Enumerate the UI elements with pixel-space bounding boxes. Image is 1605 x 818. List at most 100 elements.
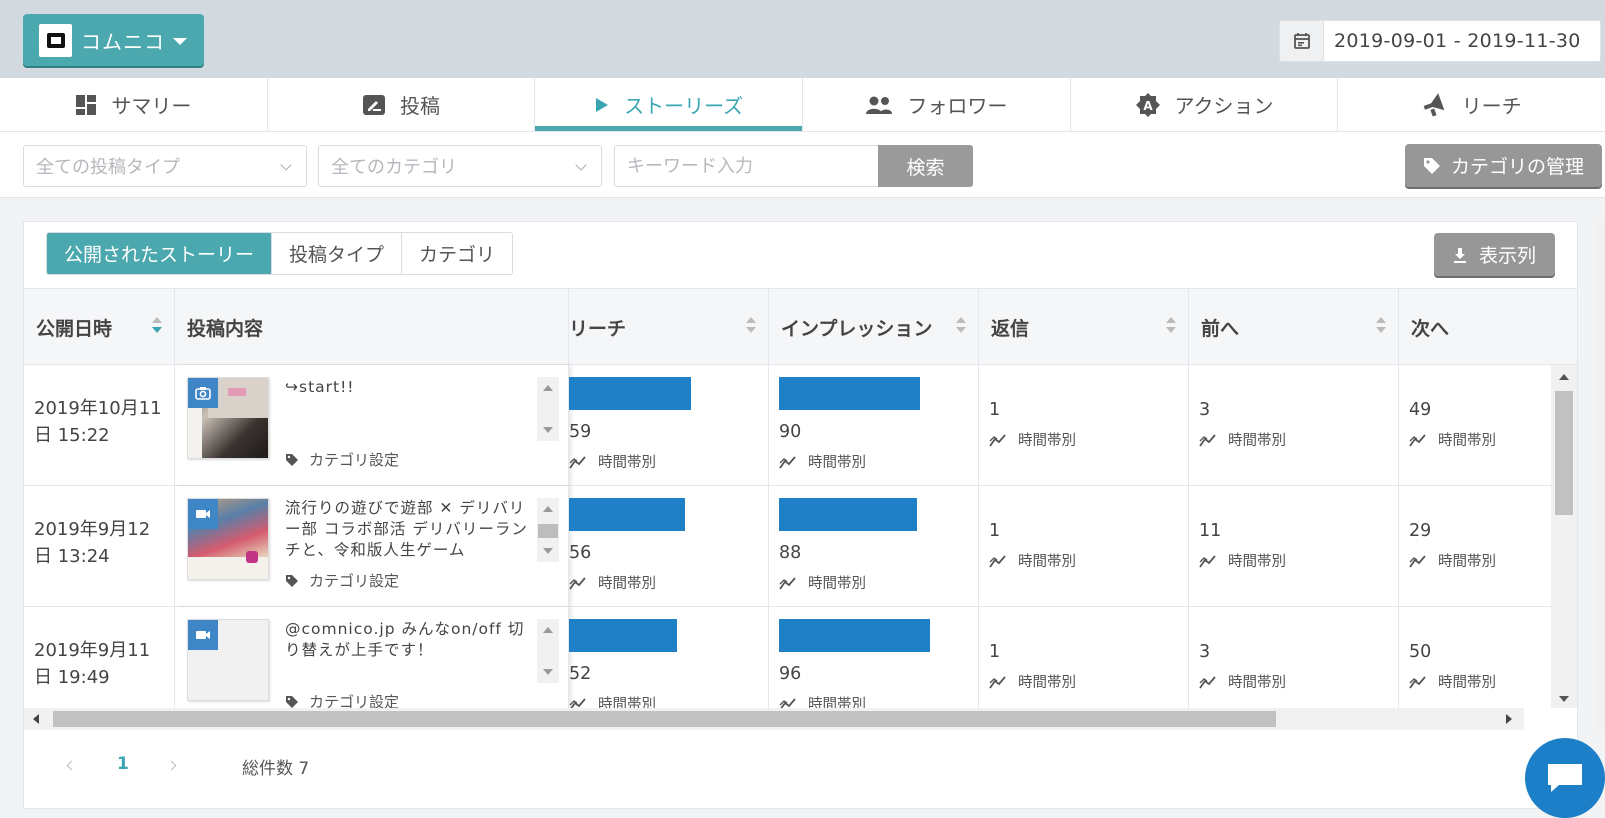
category-setting-link[interactable]: カテゴリ設定 — [285, 449, 399, 470]
row-prev: 11 時間帯別 — [1189, 486, 1399, 606]
impressions-value: 90 — [779, 422, 802, 442]
hourly-link[interactable]: 時間帯別 — [1409, 429, 1496, 450]
chat-button[interactable] — [1525, 738, 1605, 818]
hourly-link[interactable]: 時間帯別 — [1409, 671, 1496, 692]
prev-value: 3 — [1199, 400, 1211, 420]
impressions-bar — [779, 498, 918, 531]
keyword-input[interactable] — [614, 145, 879, 187]
hourly-link[interactable]: 時間帯別 — [779, 693, 866, 708]
next-page-icon[interactable] — [166, 760, 177, 771]
sort-icon — [1166, 317, 1176, 337]
row-replies: 1 時間帯別 — [979, 486, 1189, 606]
hourly-link[interactable]: 時間帯別 — [1199, 671, 1286, 692]
hourly-link[interactable]: 時間帯別 — [1199, 429, 1286, 450]
table-header: 公開日時 投稿内容 リーチ インプレッション 返信 前へ 次へ — [24, 289, 1577, 365]
impressions-bar — [779, 619, 930, 652]
hourly-label: 時間帯別 — [808, 576, 866, 592]
row-date: 2019年10月11日 15:22 — [24, 365, 175, 485]
tab-followers-label: フォロワー — [907, 94, 1008, 118]
hourly-link[interactable]: 時間帯別 — [1409, 550, 1496, 571]
post-type-select-value: 全ての投稿タイプ — [36, 157, 180, 178]
row-prev: 3 時間帯別 — [1189, 365, 1399, 485]
tab-reach-label: リーチ — [1461, 94, 1522, 118]
hourly-link[interactable]: 時間帯別 — [989, 550, 1076, 571]
tab-actions[interactable]: A アクション — [1071, 78, 1339, 131]
hourly-link[interactable]: 時間帯別 — [569, 693, 656, 708]
table-row: 2019年10月11日 15:22 ↪start!! カテゴリ設定 59 時間帯… — [24, 365, 1551, 486]
hourly-label: 時間帯別 — [808, 697, 866, 708]
col-date[interactable]: 公開日時 — [24, 289, 175, 365]
hourly-label: 時間帯別 — [1438, 554, 1496, 570]
category-setting-link[interactable]: カテゴリ設定 — [285, 691, 399, 708]
category-setting-label: カテゴリ設定 — [309, 572, 400, 590]
hourly-link[interactable]: 時間帯別 — [569, 451, 656, 472]
hourly-label: 時間帯別 — [1228, 675, 1286, 691]
post-text-scrollbar[interactable] — [537, 377, 559, 441]
hourly-link[interactable]: 時間帯別 — [1199, 550, 1286, 571]
tag-icon — [1423, 157, 1441, 175]
play-icon — [594, 96, 610, 114]
hourly-link[interactable]: 時間帯別 — [989, 429, 1076, 450]
tab-reach[interactable]: リーチ — [1338, 78, 1605, 131]
columns-button-label: 表示列 — [1478, 245, 1536, 267]
row-date: 2019年9月11日 19:49 — [24, 607, 175, 708]
col-content-label: 投稿内容 — [187, 317, 264, 340]
col-next[interactable]: 次へ — [1399, 289, 1577, 365]
col-date-label: 公開日時 — [36, 317, 113, 340]
story-thumbnail[interactable] — [187, 619, 269, 701]
category-manage-button[interactable]: カテゴリの管理 — [1405, 144, 1602, 187]
tab-posts[interactable]: 投稿 — [268, 78, 536, 131]
row-next: 49 時間帯別 — [1399, 365, 1551, 485]
tab-summary[interactable]: サマリー — [0, 78, 268, 131]
impressions-bar — [779, 377, 921, 410]
hourly-label: 時間帯別 — [1018, 554, 1076, 570]
hourly-link[interactable]: 時間帯別 — [989, 671, 1076, 692]
col-replies[interactable]: 返信 — [979, 289, 1189, 365]
col-prev[interactable]: 前へ — [1189, 289, 1399, 365]
columns-button[interactable]: 表示列 — [1434, 233, 1555, 276]
col-reach[interactable]: リーチ — [569, 289, 769, 365]
table-horizontal-scrollbar[interactable] — [24, 708, 1524, 730]
post-type-select[interactable]: 全ての投稿タイプ — [23, 145, 307, 187]
story-thumbnail[interactable] — [187, 498, 269, 580]
date-range-picker[interactable]: 2019-09-01 - 2019-11-30 — [1279, 20, 1601, 62]
col-impressions[interactable]: インプレッション — [769, 289, 979, 365]
post-text-scrollbar[interactable] — [537, 619, 559, 683]
account-switcher-button[interactable]: コムニコ — [23, 14, 204, 66]
row-next: 29 時間帯別 — [1399, 486, 1551, 606]
category-setting-link[interactable]: カテゴリ設定 — [285, 570, 399, 591]
reach-value: 56 — [569, 543, 592, 563]
dashboard-icon — [75, 94, 97, 116]
col-content: 投稿内容 — [175, 289, 569, 365]
hourly-label: 時間帯別 — [808, 455, 866, 471]
view-segmented-control: 公開されたストーリー 投稿タイプ カテゴリ — [46, 232, 514, 275]
prev-page-icon[interactable] — [66, 760, 77, 771]
hourly-link[interactable]: 時間帯別 — [779, 572, 866, 593]
col-prev-label: 前へ — [1201, 317, 1240, 340]
current-page[interactable]: 1 — [117, 754, 129, 774]
svg-text:A: A — [1143, 99, 1153, 113]
tab-followers[interactable]: フォロワー — [803, 78, 1071, 131]
chat-bubble-icon — [1545, 761, 1585, 795]
sort-icon — [956, 317, 966, 337]
hourly-link[interactable]: 時間帯別 — [569, 572, 656, 593]
category-select[interactable]: 全てのカテゴリ — [318, 145, 602, 187]
table-vertical-scrollbar[interactable] — [1551, 365, 1577, 708]
story-thumbnail[interactable] — [187, 377, 269, 459]
segment-published-stories[interactable]: 公開されたストーリー — [47, 233, 273, 274]
post-text-scrollbar[interactable] — [537, 498, 559, 562]
tab-stories[interactable]: ストーリーズ — [535, 78, 804, 131]
post-text: 流行りの遊びで遊部 ✕ デリバリー部 コラボ部活 デリバリーランチと、令和版人生… — [285, 499, 528, 558]
people-icon — [865, 95, 893, 115]
page-scrollbar[interactable] — [1598, 221, 1605, 731]
row-content: ↪start!! カテゴリ設定 — [175, 365, 569, 485]
segment-post-type[interactable]: 投稿タイプ — [272, 233, 403, 274]
impressions-value: 96 — [779, 664, 802, 684]
video-camera-icon — [188, 620, 218, 650]
hourly-label: 時間帯別 — [1228, 554, 1286, 570]
segment-category[interactable]: カテゴリ — [402, 233, 513, 274]
pagination: 1 総件数 7 — [24, 730, 1577, 808]
top-bar: コムニコ 2019-09-01 - 2019-11-30 — [0, 0, 1605, 78]
search-button[interactable]: 検索 — [878, 145, 973, 187]
hourly-link[interactable]: 時間帯別 — [779, 451, 866, 472]
